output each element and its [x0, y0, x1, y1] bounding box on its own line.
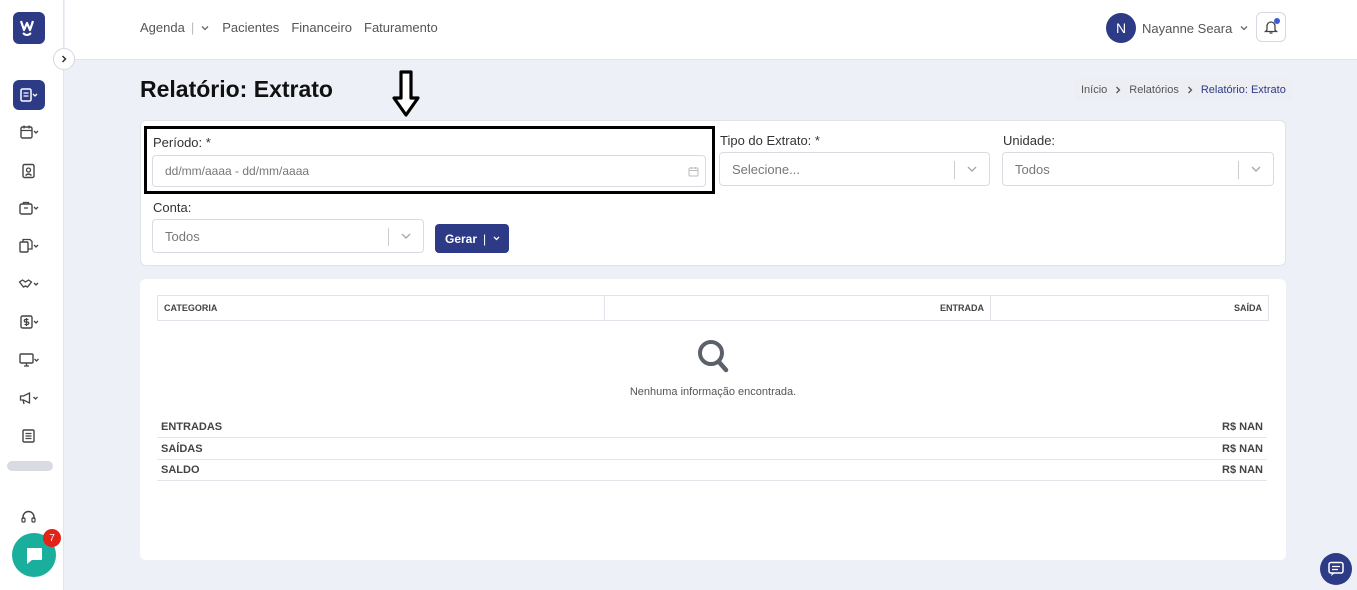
conta-select[interactable]: Todos [152, 219, 424, 253]
top-bar: Agenda | Pacientes Financeiro Faturament… [65, 0, 1357, 60]
chevron-right-icon [61, 55, 67, 63]
chevron-down-icon [967, 166, 977, 172]
periodo-placeholder: dd/mm/aaaa - dd/mm/aaaa [165, 164, 310, 178]
chevron-down-icon [401, 233, 411, 239]
sidebar-item-patients[interactable] [13, 156, 45, 186]
gerar-button[interactable]: Gerar | [435, 224, 509, 253]
gerar-label: Gerar [445, 231, 478, 246]
briefcase-icon [19, 201, 39, 215]
app-logo[interactable] [13, 12, 45, 44]
sidebar-item-handshake[interactable] [13, 269, 45, 299]
headset-icon [21, 510, 36, 523]
unidade-label: Unidade: [1003, 133, 1056, 148]
summary-value: R$ NAN [1222, 443, 1263, 455]
chevron-down-icon[interactable] [200, 23, 210, 33]
sidebar-expand-button[interactable] [53, 48, 75, 70]
column-header-categoria[interactable]: CATEGORIA [158, 296, 605, 320]
megaphone-icon [19, 391, 38, 405]
chevron-right-icon [1116, 86, 1121, 94]
summary-row-saidas: SAÍDAS R$ NAN [157, 439, 1267, 460]
empty-state-text: Nenhuma informação encontrada. [629, 386, 797, 398]
breadcrumb-current: Relatório: Extrato [1200, 84, 1286, 96]
avatar: N [1106, 13, 1136, 43]
report-icon [20, 88, 38, 102]
summary-value: R$ NAN [1222, 421, 1263, 433]
chat-bubble-icon [27, 548, 42, 564]
user-menu[interactable]: N Nayanne Seara [1106, 13, 1249, 43]
nav-agenda-separator: | [190, 20, 195, 35]
sidebar-item-briefcase[interactable] [13, 193, 45, 223]
page-title: Relatório: Extrato [140, 76, 333, 102]
chat-notification-badge: 7 [43, 529, 61, 547]
sidebar-item-calendar[interactable] [13, 117, 45, 147]
sidebar-item-marketing[interactable] [13, 383, 45, 413]
annotation-arrow-icon [392, 70, 420, 117]
sidebar-item-news[interactable] [13, 421, 45, 451]
summary-value: R$ NAN [1222, 464, 1263, 476]
top-navigation: Agenda | Pacientes Financeiro Faturament… [140, 20, 450, 35]
help-chat-button[interactable] [1320, 553, 1352, 585]
sidebar-item-support[interactable] [13, 502, 45, 532]
sidebar-item-reports[interactable] [13, 80, 45, 110]
conta-value: Todos [165, 228, 200, 244]
dollar-icon [20, 315, 39, 329]
nav-pacientes[interactable]: Pacientes [222, 20, 279, 35]
column-header-saida[interactable]: SAÍDA [991, 296, 1268, 320]
summary-row-saldo: SALDO R$ NAN [157, 460, 1267, 481]
nav-faturamento[interactable]: Faturamento [364, 20, 438, 35]
tipo-extrato-value: Selecione... [732, 161, 800, 177]
column-header-entrada[interactable]: ENTRADA [605, 296, 991, 320]
tipo-extrato-select[interactable]: Selecione... [719, 152, 990, 186]
monitor-icon [19, 353, 39, 367]
sidebar [0, 0, 64, 590]
summary-row-entradas: ENTRADAS R$ NAN [157, 417, 1267, 438]
breadcrumb-reports[interactable]: Relatórios [1129, 84, 1179, 96]
periodo-date-range-input[interactable]: dd/mm/aaaa - dd/mm/aaaa [152, 155, 706, 187]
calendar-icon [20, 125, 39, 139]
chevron-down-icon[interactable] [492, 234, 501, 243]
message-icon [1328, 561, 1344, 576]
summary-label: SAÍDAS [161, 443, 203, 455]
chevron-down-icon [1251, 166, 1261, 172]
gerar-separator: | [483, 231, 487, 246]
unidade-value: Todos [1015, 161, 1050, 177]
sidebar-scrollbar[interactable] [7, 461, 53, 471]
chevron-down-icon [1240, 26, 1248, 31]
unidade-select[interactable]: Todos [1002, 152, 1274, 186]
patient-icon [22, 163, 35, 179]
select-divider [1238, 161, 1239, 179]
select-divider [388, 228, 389, 246]
logo-icon [19, 20, 35, 36]
handshake-icon [18, 279, 39, 288]
summary-label: SALDO [161, 464, 200, 476]
table-header: CATEGORIA ENTRADA SAÍDA [157, 295, 1269, 321]
select-divider [954, 161, 955, 179]
nav-financeiro[interactable]: Financeiro [291, 20, 352, 35]
sidebar-item-monitor[interactable] [13, 345, 45, 375]
periodo-label: Período: * [153, 135, 211, 150]
notifications-button[interactable] [1256, 12, 1286, 42]
notification-dot [1274, 18, 1280, 24]
summary-label: ENTRADAS [161, 421, 223, 433]
tipo-extrato-label: Tipo do Extrato: * [720, 133, 820, 148]
chevron-right-icon [1187, 86, 1193, 94]
documents-icon [19, 238, 39, 253]
nav-agenda[interactable]: Agenda [140, 20, 185, 35]
breadcrumb-home[interactable]: Início [1081, 84, 1107, 96]
sidebar-item-finance[interactable] [13, 307, 45, 337]
search-icon [698, 340, 729, 373]
user-name: Nayanne Seara [1142, 20, 1233, 36]
sidebar-item-documents[interactable] [13, 231, 45, 261]
calendar-icon [688, 167, 699, 177]
breadcrumb: Início Relatórios Relatório: Extrato [1075, 79, 1292, 101]
newspaper-icon [22, 429, 35, 443]
conta-label: Conta: [153, 200, 192, 215]
